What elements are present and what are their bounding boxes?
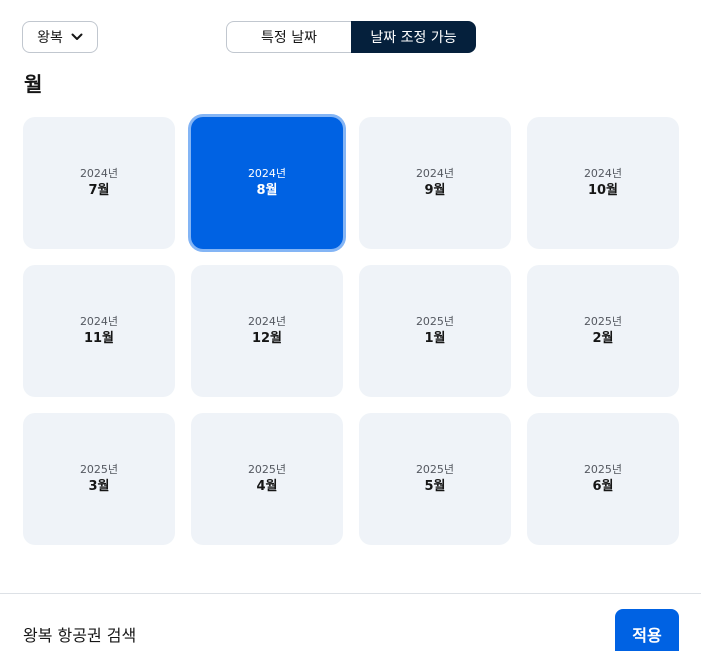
- month-tile-2024-09[interactable]: 2024년 9월: [359, 117, 511, 249]
- month-tile-month: 3월: [88, 479, 110, 494]
- month-tile-month: 9월: [424, 183, 446, 198]
- month-tile-2025-01[interactable]: 2025년 1월: [359, 265, 511, 397]
- month-grid: 2024년 7월 2024년 8월 2024년 9월 2024년 10월 202…: [23, 117, 679, 545]
- month-tile-month: 2월: [592, 331, 614, 346]
- month-tile-2024-08[interactable]: 2024년 8월: [191, 117, 343, 249]
- month-tile-year: 2025년: [247, 463, 287, 476]
- month-tile-month: 6월: [592, 479, 614, 494]
- month-tile-month: 7월: [88, 183, 110, 198]
- month-tile-2025-03[interactable]: 2025년 3월: [23, 413, 175, 545]
- month-tile-2025-04[interactable]: 2025년 4월: [191, 413, 343, 545]
- month-tile-2025-05[interactable]: 2025년 5월: [359, 413, 511, 545]
- month-tile-2024-11[interactable]: 2024년 11월: [23, 265, 175, 397]
- month-tile-year: 2025년: [415, 463, 455, 476]
- specific-date-tab[interactable]: 특정 날짜: [226, 21, 351, 53]
- month-tile-month: 1월: [424, 331, 446, 346]
- month-tile-2024-10[interactable]: 2024년 10월: [527, 117, 679, 249]
- month-tile-2024-07[interactable]: 2024년 7월: [23, 117, 175, 249]
- chevron-down-icon: [71, 33, 83, 41]
- month-picker-panel: 왕복 특정 날짜 날짜 조정 가능 월 2024년 7월 2024년 8월 20…: [0, 0, 701, 651]
- month-tile-2025-06[interactable]: 2025년 6월: [527, 413, 679, 545]
- section-title: 월: [24, 72, 43, 96]
- search-summary-label: 왕복 항공권 검색: [23, 626, 137, 645]
- month-tile-month: 5월: [424, 479, 446, 494]
- month-tile-month: 10월: [587, 183, 619, 198]
- apply-button[interactable]: 적용: [615, 609, 679, 651]
- month-tile-month: 8월: [256, 183, 278, 198]
- month-tile-year: 2024년: [79, 315, 119, 328]
- trip-type-label: 왕복: [37, 30, 63, 46]
- month-tile-month: 12월: [251, 331, 283, 346]
- month-tile-year: 2024년: [415, 167, 455, 180]
- month-tile-month: 11월: [83, 331, 115, 346]
- month-tile-year: 2025년: [79, 463, 119, 476]
- month-tile-2024-12[interactable]: 2024년 12월: [191, 265, 343, 397]
- month-tile-year: 2024년: [583, 167, 623, 180]
- trip-type-dropdown[interactable]: 왕복: [22, 21, 98, 53]
- month-tile-year: 2025년: [583, 315, 623, 328]
- month-tile-year: 2025년: [583, 463, 623, 476]
- month-tile-2025-02[interactable]: 2025년 2월: [527, 265, 679, 397]
- month-tile-year: 2024년: [79, 167, 119, 180]
- month-tile-month: 4월: [256, 479, 278, 494]
- date-mode-toggle: 특정 날짜 날짜 조정 가능: [226, 21, 476, 53]
- footer-divider: [0, 593, 701, 594]
- flexible-date-tab[interactable]: 날짜 조정 가능: [351, 21, 476, 53]
- month-tile-year: 2024년: [247, 315, 287, 328]
- month-tile-year: 2025년: [415, 315, 455, 328]
- month-tile-year: 2024년: [247, 167, 287, 180]
